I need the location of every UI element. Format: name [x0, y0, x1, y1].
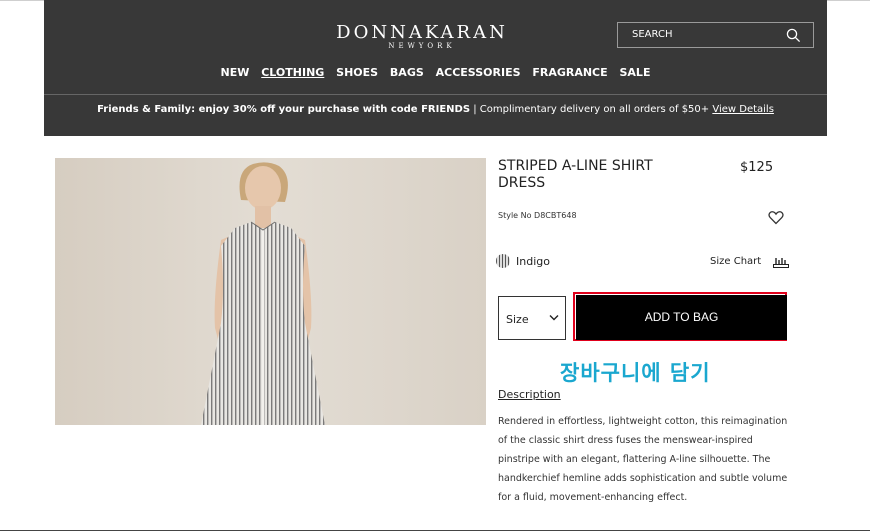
model-illustration [55, 158, 486, 425]
promo-divider [44, 94, 827, 95]
brand-logo[interactable]: DONNAKARAN NEWYORK [322, 22, 522, 50]
nav-sale[interactable]: SALE [620, 66, 651, 79]
product-title: STRIPED A-LINE SHIRT DRESS [498, 158, 653, 191]
promo-bold-text: Friends & Family: enjoy 30% off your pur… [97, 104, 471, 115]
search-label: SEARCH [632, 29, 673, 40]
view-details-link[interactable]: View Details [712, 104, 774, 115]
nav-fragrance[interactable]: FRAGRANCE [532, 66, 607, 79]
frame-bottom-line [0, 530, 870, 531]
search-icon[interactable] [786, 28, 801, 43]
nav-accessories[interactable]: ACCESSORIES [436, 66, 521, 79]
product-price: $125 [740, 160, 774, 175]
color-name: Indigo [516, 255, 550, 268]
size-select[interactable]: Size [498, 296, 566, 340]
nav-bags[interactable]: BAGS [390, 66, 424, 79]
description-tab[interactable]: Description [498, 388, 561, 401]
chevron-down-icon [549, 315, 559, 321]
nav-new[interactable]: NEW [221, 66, 250, 79]
main-nav: NEW CLOTHING SHOES BAGS ACCESSORIES FRAG… [44, 66, 827, 79]
promo-banner: Friends & Family: enjoy 30% off your pur… [44, 104, 827, 115]
size-chart-link[interactable]: Size Chart [710, 256, 761, 267]
add-to-bag-button[interactable]: ADD TO BAG [576, 295, 787, 340]
heart-icon[interactable] [768, 210, 784, 225]
nav-clothing[interactable]: CLOTHING [261, 66, 324, 79]
product-image[interactable] [55, 158, 486, 425]
nav-shoes[interactable]: SHOES [336, 66, 378, 79]
annotation-label: 장바구니에 담기 [560, 361, 711, 385]
logo-main: DONNAKARAN [336, 22, 508, 43]
site-header: DONNAKARAN NEWYORK SEARCH NEW CLOTHING S… [44, 0, 827, 136]
size-select-label: Size [506, 313, 529, 326]
promo-text: | Complimentary delivery on all orders o… [470, 104, 713, 115]
ruler-icon[interactable] [773, 256, 789, 268]
style-number: Style No D8CBT648 [498, 211, 577, 220]
description-text: Rendered in effortless, lightweight cott… [498, 416, 788, 503]
color-swatch[interactable] [496, 254, 510, 268]
search-box[interactable]: SEARCH [617, 22, 814, 48]
logo-sub: NEWYORK [388, 42, 456, 50]
